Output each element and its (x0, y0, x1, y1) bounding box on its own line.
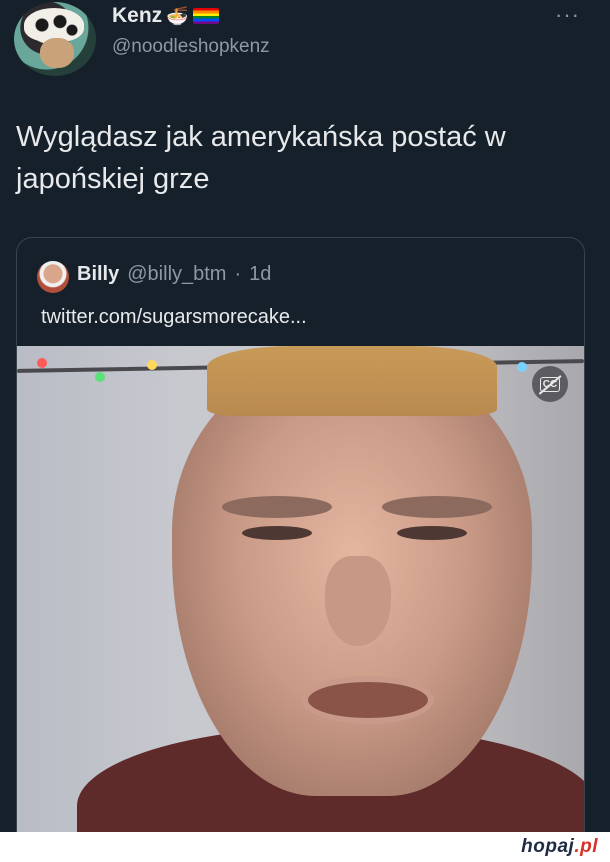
watermark-tld: .pl (574, 836, 598, 857)
light-bulb (37, 358, 47, 368)
tweet-text: Wyglądasz jak amerykańska postać w japoń… (16, 121, 506, 195)
light-bulb (95, 372, 105, 382)
avatar[interactable] (14, 2, 96, 76)
quoted-header: Billy @billy_btm · 1d (77, 263, 271, 286)
left-brow (222, 496, 332, 518)
light-bulb (147, 360, 157, 370)
quoted-timestamp[interactable]: 1d (249, 263, 271, 286)
mouth (302, 676, 434, 724)
author-name[interactable]: Kenz (112, 4, 162, 28)
quoted-author-handle[interactable]: @billy_btm (127, 263, 226, 286)
watermark-site: hopaj (521, 836, 575, 857)
hair (207, 346, 497, 416)
right-eye (397, 526, 467, 540)
author-handle[interactable]: @noodleshopkenz (112, 36, 270, 58)
light-bulb (517, 362, 527, 372)
author-row: Kenz 🍜 (112, 4, 219, 28)
avatar-hat (24, 8, 84, 42)
quoted-author-name[interactable]: Billy (77, 263, 119, 286)
quoted-avatar[interactable] (37, 261, 69, 293)
separator-dot: · (234, 263, 242, 285)
video-media[interactable]: CC (17, 346, 584, 850)
captions-off-icon[interactable]: CC (532, 366, 568, 402)
captions-label: CC (539, 376, 561, 392)
quoted-link[interactable]: twitter.com/sugarsmorecake... (41, 306, 307, 329)
tweet: Kenz 🍜 @noodleshopkenz ··· Wyglądasz jak… (0, 0, 610, 851)
avatar-face (40, 38, 74, 68)
left-eye (242, 526, 312, 540)
watermark-logo: hopaj.pl (521, 836, 598, 858)
quoted-tweet[interactable]: Billy @billy_btm · 1d twitter.com/sugars… (16, 237, 585, 851)
right-brow (382, 496, 492, 518)
noodle-icon: 🍜 (166, 6, 189, 26)
more-icon[interactable]: ··· (555, 2, 580, 28)
rainbow-flag-icon (192, 8, 219, 24)
nose (325, 556, 391, 646)
watermark-bar: hopaj.pl (0, 832, 610, 862)
